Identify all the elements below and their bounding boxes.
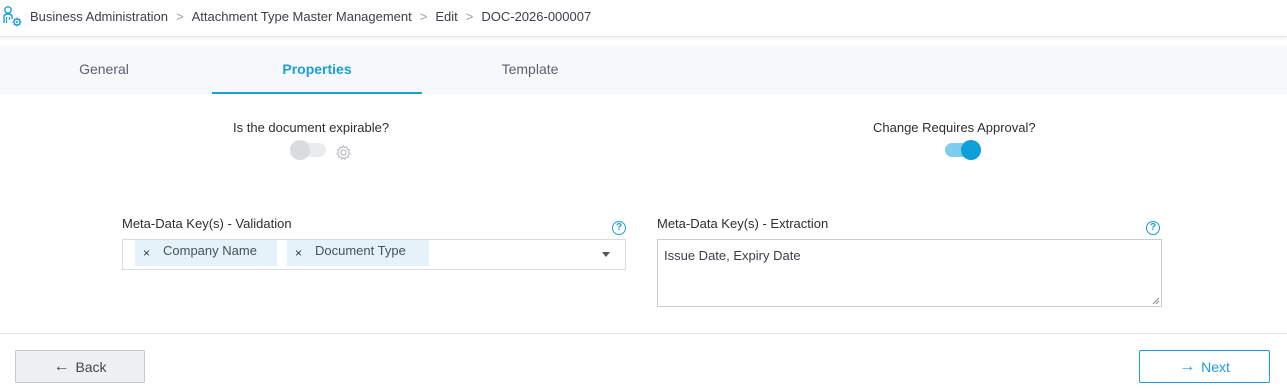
admin-settings-icon: [3, 6, 22, 27]
validation-label: Meta-Data Key(s) - Validation: [122, 216, 292, 231]
expirable-label: Is the document expirable?: [233, 120, 390, 135]
extraction-textarea[interactable]: Issue Date, Expiry Date: [657, 239, 1162, 307]
validation-multiselect[interactable]: × Company Name × Document Type: [122, 239, 626, 270]
breadcrumb-item-attachment-type[interactable]: Attachment Type Master Management: [192, 9, 412, 24]
expirable-toggle[interactable]: [290, 140, 326, 160]
approval-label: Change Requires Approval?: [873, 120, 1036, 135]
breadcrumb-item-business-administration[interactable]: Business Administration: [30, 9, 168, 24]
back-button-label: Back: [75, 358, 107, 375]
chevron-right-icon: >: [176, 9, 184, 24]
chip-label: Document Type: [315, 243, 406, 258]
next-button[interactable]: → Next: [1139, 350, 1270, 383]
breadcrumb: Business Administration > Attachment Typ…: [30, 9, 591, 24]
next-button-label: Next: [1201, 358, 1230, 375]
chip-remove-icon[interactable]: ×: [295, 244, 302, 262]
chip-document-type: × Document Type: [287, 240, 429, 266]
resize-handle-icon[interactable]: [1152, 297, 1160, 305]
extraction-label: Meta-Data Key(s) - Extraction: [657, 216, 829, 231]
back-button[interactable]: ← Back: [15, 350, 145, 383]
chevron-right-icon: >: [465, 9, 474, 24]
tab-general[interactable]: General: [0, 46, 208, 94]
breadcrumb-item-edit[interactable]: Edit: [435, 9, 457, 24]
tab-properties[interactable]: Properties: [212, 46, 422, 94]
toggle-knob: [290, 140, 310, 160]
top-bar: Business Administration > Attachment Typ…: [0, 0, 1287, 37]
arrow-right-icon: →: [1179, 357, 1196, 375]
chip-label: Company Name: [163, 243, 257, 258]
chip-remove-icon[interactable]: ×: [143, 244, 150, 262]
help-icon[interactable]: ?: [612, 221, 626, 235]
extraction-value: Issue Date, Expiry Date: [664, 248, 801, 263]
breadcrumb-item-document-id: DOC-2026-000007: [481, 9, 592, 24]
chevron-down-icon[interactable]: [602, 252, 610, 257]
approval-toggle[interactable]: [945, 140, 981, 160]
chip-company-name: × Company Name: [135, 240, 277, 266]
tab-bar: General Properties Template: [0, 46, 1287, 94]
footer-divider: [0, 333, 1287, 334]
gear-icon[interactable]: [335, 144, 352, 161]
help-icon[interactable]: ?: [1146, 221, 1160, 235]
arrow-left-icon: ←: [53, 357, 70, 375]
chevron-right-icon: >: [419, 9, 428, 24]
tab-template[interactable]: Template: [426, 46, 634, 94]
toggle-knob: [961, 140, 981, 160]
